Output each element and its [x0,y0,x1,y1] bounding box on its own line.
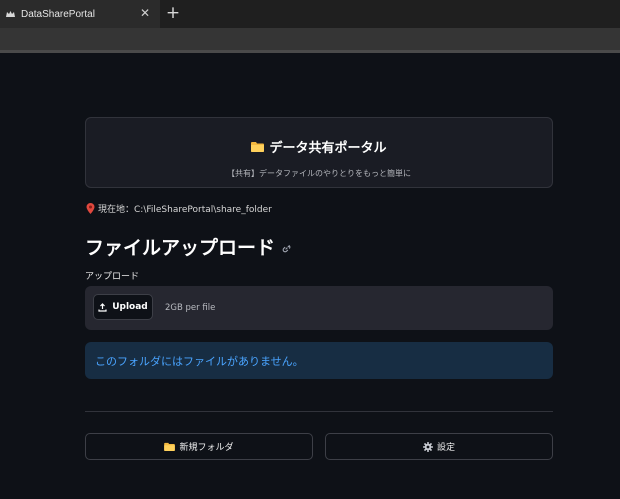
close-tab-icon[interactable]: ✕ [138,6,152,20]
gear-icon [422,441,433,452]
folder-icon [164,442,176,451]
new-folder-label: 新規フォルダ [179,443,234,453]
divider [85,411,553,412]
folder-icon [251,142,265,152]
portal-title-text: データ共有ポータル [269,141,387,156]
upload-button-label: Upload [112,302,148,312]
portal-subtitle: 【共有】データファイルのやりとりをもっと簡単に [227,169,411,178]
browser-tab-bar: DataSharePortal ✕ + [0,0,620,28]
upload-limit-text: 2GB per file [165,303,216,313]
upload-button[interactable]: Upload [93,294,153,320]
new-tab-button[interactable]: + [164,4,182,22]
settings-label: 設定 [436,443,455,453]
file-dropzone[interactable]: Upload 2GB per file [85,286,553,330]
portal-title: データ共有ポータル [86,137,552,156]
info-message: このフォルダにはファイルがありません。 [95,355,304,368]
tab-title: DataSharePortal [21,8,95,20]
page-title: ファイルアップロード [85,233,292,260]
page-title-text: ファイルアップロード [85,237,276,259]
settings-button[interactable]: 設定 [325,433,553,460]
location-text: 現在地：C:\FileSharePortal\share_folder [98,205,272,215]
upload-icon [98,302,107,312]
streamlit-favicon-icon [6,10,15,19]
browser-address-bar[interactable] [0,28,620,53]
current-location: 現在地：C:\FileSharePortal\share_folder [86,202,272,215]
portal-header-card: データ共有ポータル 【共有】データファイルのやりとりをもっと簡単に [85,117,553,188]
info-alert: このフォルダにはファイルがありません。 [85,342,553,379]
uploader-label: アップロード [85,272,140,282]
browser-tab[interactable]: DataSharePortal ✕ [0,0,160,28]
pin-icon [86,203,95,214]
link-icon[interactable] [281,243,292,254]
new-folder-button[interactable]: 新規フォルダ [85,433,313,460]
